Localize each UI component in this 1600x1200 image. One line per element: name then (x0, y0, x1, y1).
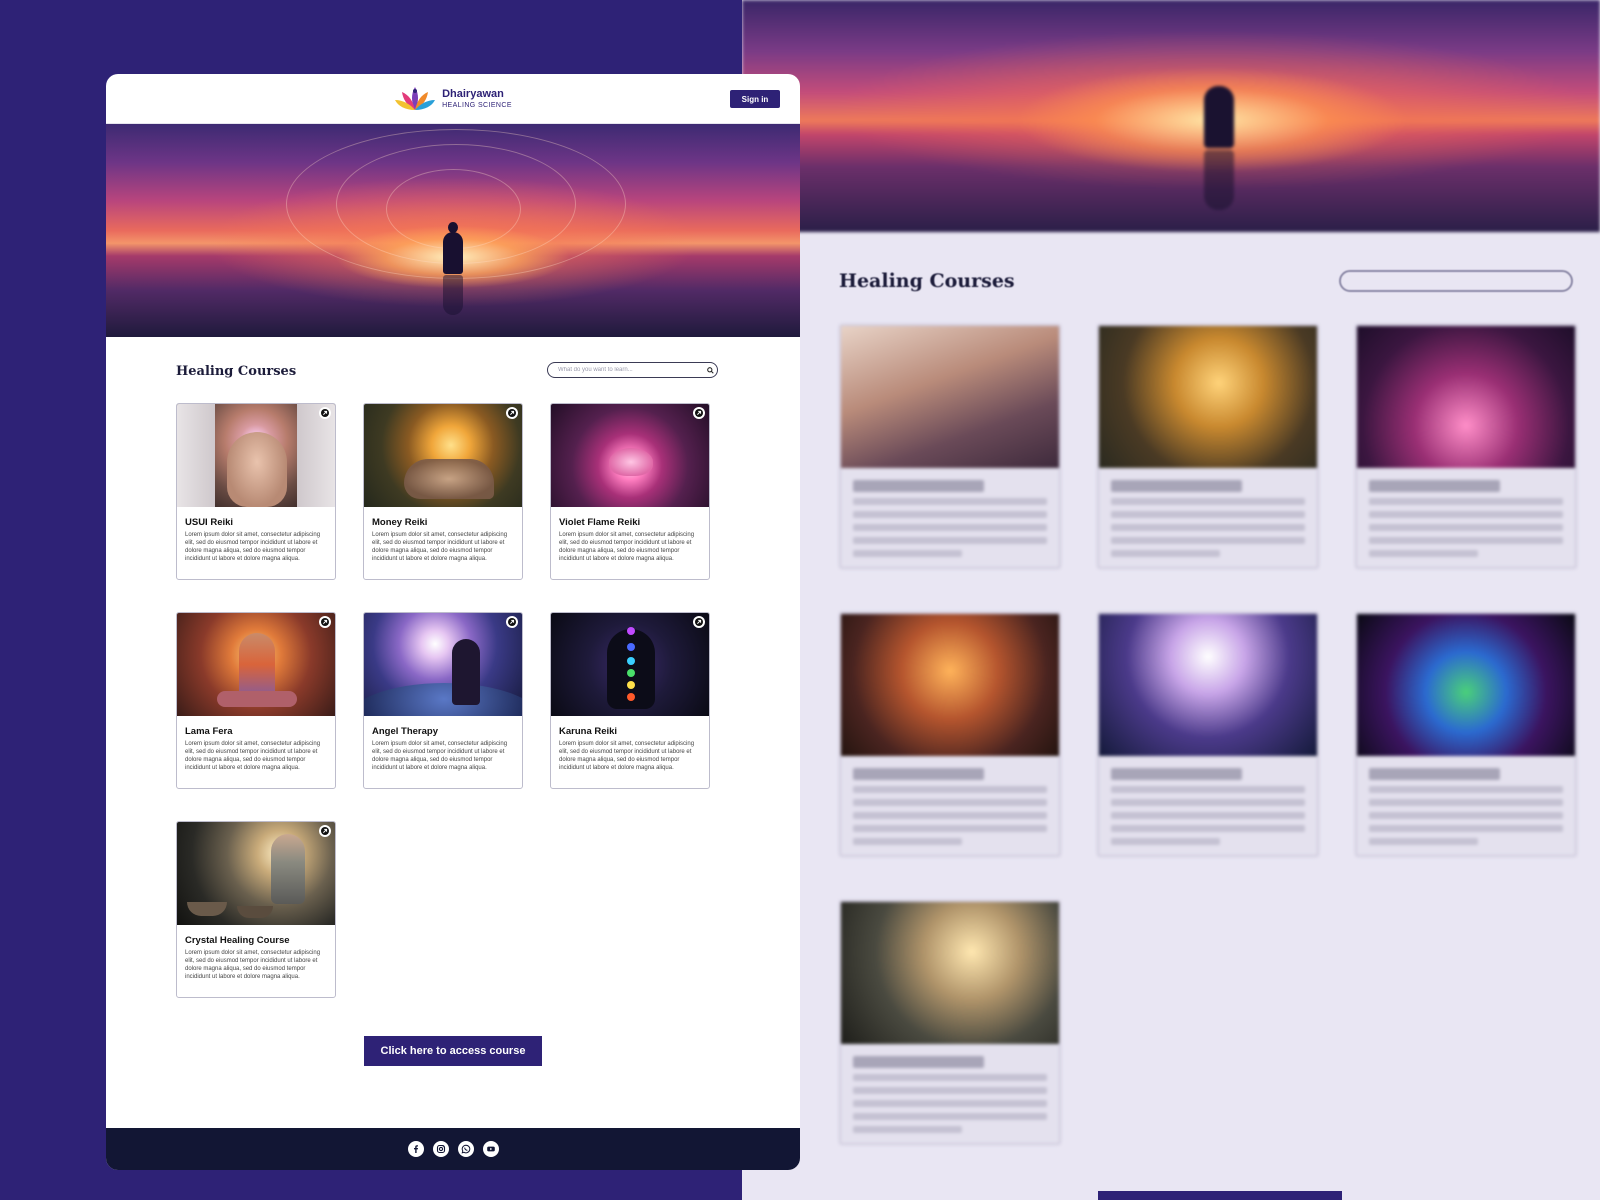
course-description: Lorem ipsum dolor sit amet, consectetur … (185, 950, 321, 980)
course-description: Lorem ipsum dolor sit amet, consectetur … (185, 741, 321, 771)
instagram-icon[interactable] (432, 1141, 449, 1157)
course-description: Lorem ipsum dolor sit amet, consectetur … (185, 532, 321, 562)
course-name: Lama Fera (185, 726, 233, 737)
course-name: Crystal Healing Course (185, 935, 290, 946)
site-header: Dhairyawan HEALING SCIENCE Sign in (106, 74, 800, 124)
facebook-icon[interactable] (407, 1141, 424, 1157)
course-image (364, 404, 522, 507)
course-description: Lorem ipsum dolor sit amet, consectetur … (372, 741, 508, 771)
meditating-silhouette (443, 222, 463, 274)
silhouette-reflection (443, 275, 463, 315)
course-image (551, 404, 709, 507)
courses-header: Healing Courses (176, 362, 718, 382)
zoomed-course-card (839, 324, 1061, 569)
arrow-up-right-icon[interactable] (319, 616, 331, 628)
zoomed-courses-title: Healing Courses (839, 270, 1015, 292)
youtube-icon[interactable] (482, 1141, 499, 1157)
course-card-usui-reiki[interactable]: USUI Reiki Lorem ipsum dolor sit amet, c… (176, 403, 336, 580)
zoomed-course-card (1355, 612, 1577, 857)
course-description: Lorem ipsum dolor sit amet, consectetur … (372, 532, 508, 562)
brand-logo[interactable]: Dhairyawan HEALING SCIENCE (394, 84, 512, 114)
zoomed-course-card (1097, 324, 1319, 569)
arrow-up-right-icon[interactable] (693, 616, 705, 628)
website-page: Dhairyawan HEALING SCIENCE Sign in Heali… (106, 74, 800, 1170)
course-card-crystal-healing-course[interactable]: Crystal Healing Course Lorem ipsum dolor… (176, 821, 336, 998)
course-name: Money Reiki (372, 517, 428, 528)
course-card-lama-fera[interactable]: Lama Fera Lorem ipsum dolor sit amet, co… (176, 612, 336, 789)
zoomed-course-card (1097, 612, 1319, 857)
arrow-up-right-icon[interactable] (506, 407, 518, 419)
brand-tagline: HEALING SCIENCE (442, 101, 512, 109)
zoomed-course-card (839, 900, 1061, 1145)
zoomed-hero-reflection (1204, 150, 1234, 210)
search-input[interactable] (548, 363, 703, 377)
course-image (177, 822, 335, 925)
course-image (551, 613, 709, 716)
course-name: USUI Reiki (185, 517, 234, 528)
site-footer (106, 1128, 800, 1170)
zoomed-cta-button (1098, 1191, 1342, 1200)
course-image (177, 613, 335, 716)
zoomed-search-input (1339, 270, 1573, 292)
lotus-logo-icon (395, 86, 436, 110)
course-description: Lorem ipsum dolor sit amet, consectetur … (559, 741, 695, 771)
course-name: Angel Therapy (372, 726, 438, 737)
course-image (177, 404, 335, 507)
zoomed-hero-figure (1204, 86, 1234, 148)
arrow-up-right-icon[interactable] (319, 825, 331, 837)
hero-banner (106, 124, 800, 337)
zoomed-course-card (839, 612, 1061, 857)
course-description: Lorem ipsum dolor sit amet, consectetur … (559, 532, 695, 562)
course-card-karuna-reiki[interactable]: Karuna Reiki Lorem ipsum dolor sit amet,… (550, 612, 710, 789)
arrow-up-right-icon[interactable] (693, 407, 705, 419)
search-bar (547, 362, 718, 378)
course-grid: USUI Reiki Lorem ipsum dolor sit amet, c… (176, 403, 710, 998)
course-image (364, 613, 522, 716)
zoomed-preview-panel: Healing Courses (742, 0, 1600, 1200)
zoomed-course-card (1355, 324, 1577, 569)
whatsapp-icon[interactable] (457, 1141, 474, 1157)
course-name: Karuna Reiki (559, 726, 618, 737)
arrow-up-right-icon[interactable] (319, 407, 331, 419)
brand-name: Dhairyawan (442, 87, 504, 100)
arrow-up-right-icon[interactable] (506, 616, 518, 628)
course-card-money-reiki[interactable]: Money Reiki Lorem ipsum dolor sit amet, … (363, 403, 523, 580)
zoomed-hero-image (742, 0, 1600, 232)
courses-title: Healing Courses (176, 364, 297, 379)
course-card-violet-flame-reiki[interactable]: Violet Flame Reiki Lorem ipsum dolor sit… (550, 403, 710, 580)
access-course-button[interactable]: Click here to access course (364, 1036, 542, 1066)
search-icon[interactable] (703, 363, 717, 377)
course-name: Violet Flame Reiki (559, 517, 641, 528)
sign-in-button[interactable]: Sign in (730, 90, 780, 108)
course-card-angel-therapy[interactable]: Angel Therapy Lorem ipsum dolor sit amet… (363, 612, 523, 789)
